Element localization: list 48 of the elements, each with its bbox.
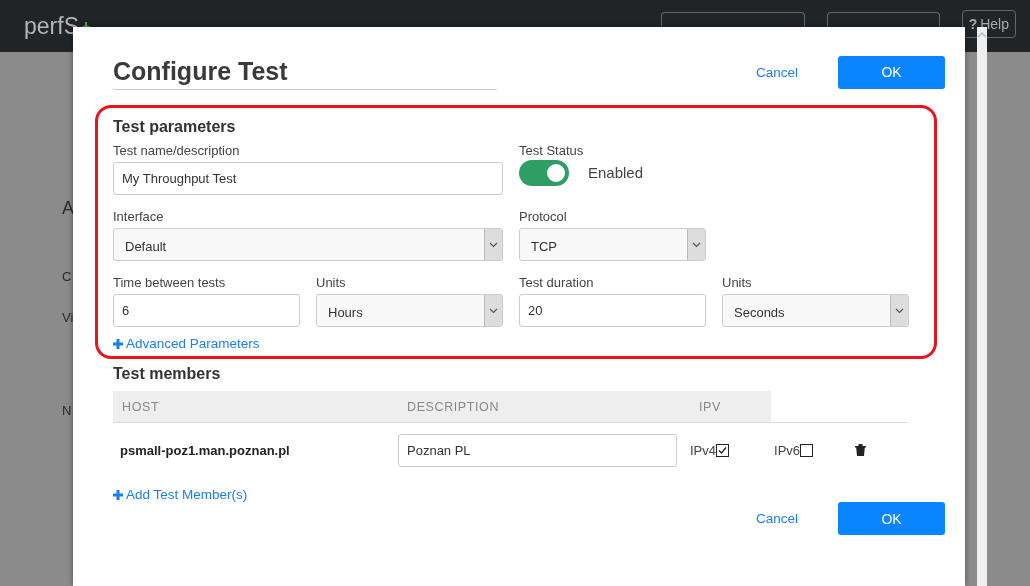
background-text: A xyxy=(62,198,75,219)
column-header: DESCRIPTION xyxy=(398,391,690,423)
select-field[interactable]: TCP xyxy=(519,228,706,261)
cancel-link[interactable]: Cancel xyxy=(755,64,798,80)
select-field[interactable]: Seconds xyxy=(722,294,909,327)
field-label: Time between tests xyxy=(113,275,227,290)
select-field[interactable]: Default xyxy=(113,228,503,261)
plus-icon xyxy=(113,338,123,349)
cancel-link[interactable]: Cancel xyxy=(755,511,798,526)
field-label: Interface xyxy=(113,209,165,224)
field-label: Units xyxy=(316,275,347,290)
toggle-switch[interactable] xyxy=(519,159,569,186)
text-field[interactable]: 20 xyxy=(519,294,706,327)
toggle-state-text: Enabled xyxy=(588,164,644,181)
column-header: HOST xyxy=(113,391,398,423)
section-heading: Test members xyxy=(113,365,222,383)
section-heading: Test parameters xyxy=(113,118,237,136)
background-text: N xyxy=(62,403,73,418)
trash-icon[interactable] xyxy=(855,444,867,456)
field-label: Test name/description xyxy=(113,143,241,158)
background-text: C xyxy=(62,269,73,284)
add-member-link[interactable]: Add Test Member(s) xyxy=(126,487,248,502)
chevron-down-icon xyxy=(489,307,498,314)
checkbox[interactable] xyxy=(800,443,814,457)
plus-icon xyxy=(113,489,123,500)
ip-version-label: IPv6 xyxy=(774,442,801,458)
dialog-title: Configure Test xyxy=(113,54,497,90)
field-label: Protocol xyxy=(519,209,568,224)
select-field[interactable]: Hours xyxy=(316,294,503,327)
question-icon: ? xyxy=(968,16,978,32)
background-text: Vi xyxy=(62,310,75,325)
ok-button[interactable]: OK xyxy=(838,502,945,535)
advanced-parameters-link[interactable]: Advanced Parameters xyxy=(126,336,260,351)
ip-version-label: IPv4 xyxy=(690,442,716,458)
column-header: IPV xyxy=(690,391,771,423)
chevron-down-icon xyxy=(692,241,701,248)
chevron-up-icon xyxy=(977,32,987,38)
text-field[interactable]: 6 xyxy=(113,294,300,327)
field-label: Test Status xyxy=(519,143,585,158)
text-field[interactable]: My Throughput Test xyxy=(113,162,503,195)
ok-button[interactable]: OK xyxy=(838,55,945,89)
field-label: Test duration xyxy=(519,275,595,290)
host-cell-text: psmall-poz1.man.poznan.pl xyxy=(119,441,291,460)
chevron-down-icon xyxy=(895,307,904,314)
field-label: Units xyxy=(722,275,753,290)
checkbox[interactable] xyxy=(716,443,729,457)
chevron-down-icon xyxy=(489,241,498,248)
description-field[interactable]: Poznan PL xyxy=(398,433,677,467)
